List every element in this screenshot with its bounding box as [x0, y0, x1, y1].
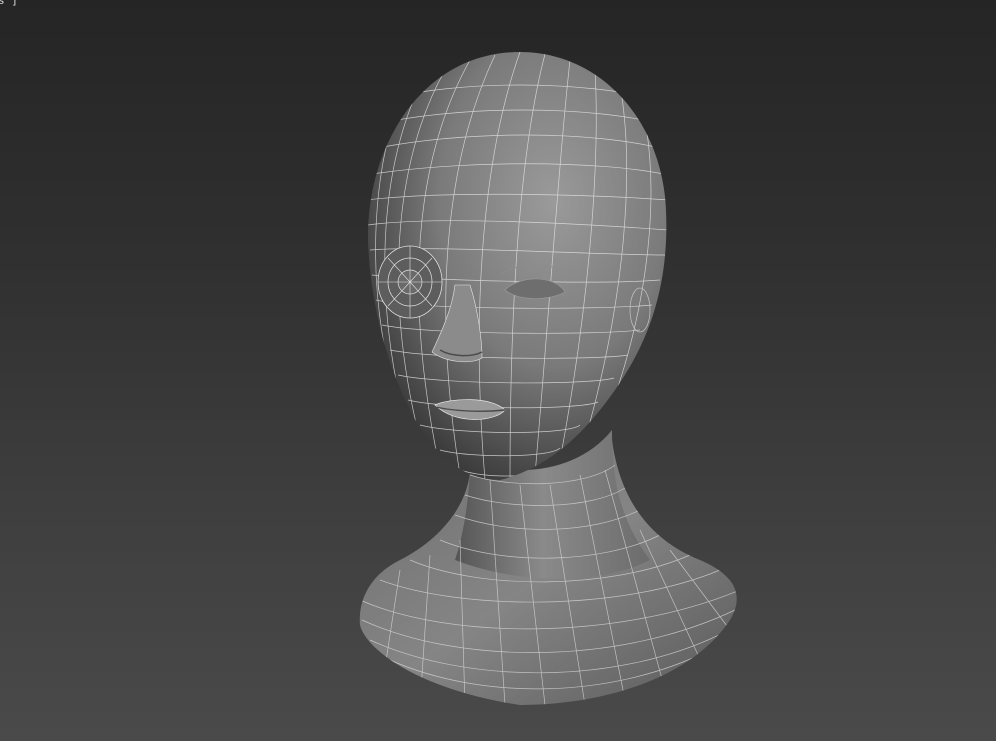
3d-viewport[interactable]: s ]: [0, 0, 996, 741]
head-model[interactable]: [0, 0, 996, 741]
